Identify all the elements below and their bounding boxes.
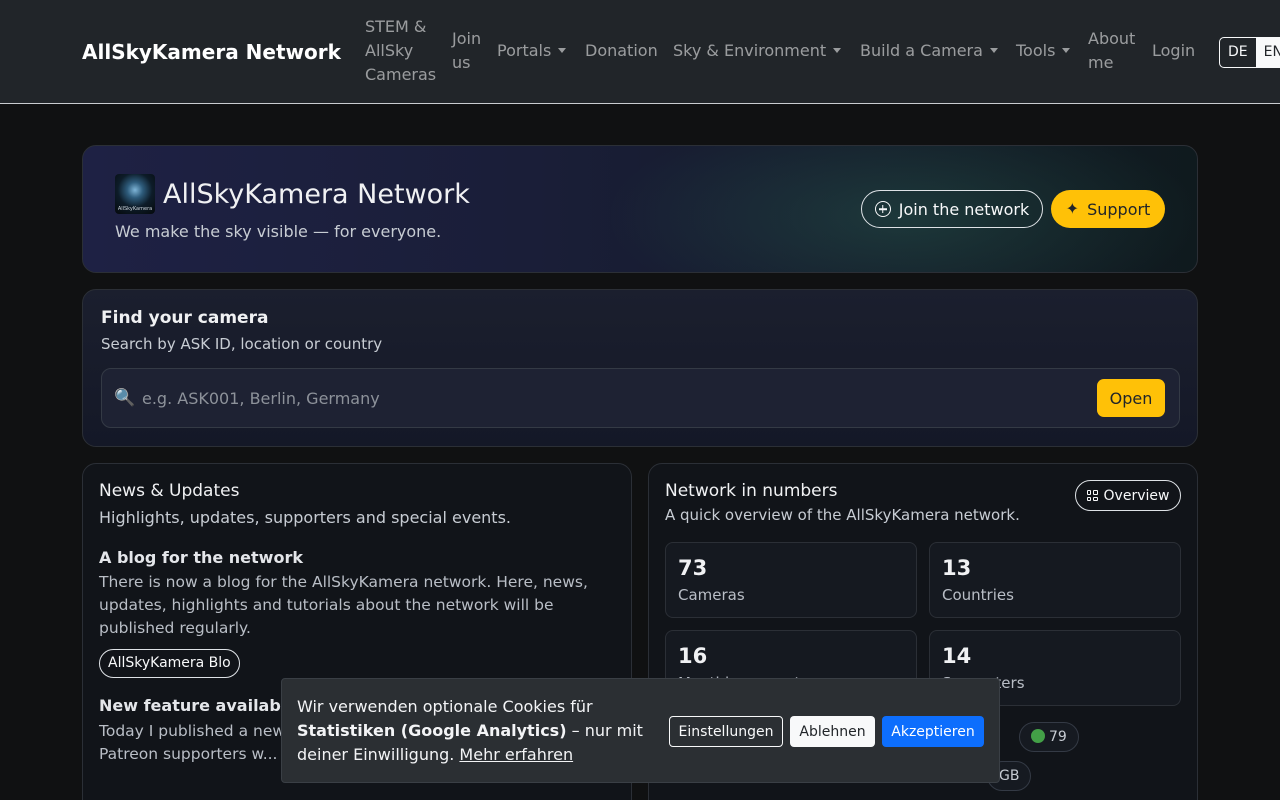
join-network-button[interactable]: Join the network [861,190,1043,228]
stat-cameras: 73 Cameras [665,542,917,618]
overview-button[interactable]: Overview [1075,480,1181,511]
stat-value: 13 [942,556,972,580]
nav-item-stem-allsky-cameras[interactable]: STEM & AllSky Cameras [365,15,445,87]
camera-search-box: 🔍 Open [101,368,1180,428]
chevron-down-icon [989,48,998,53]
top-navbar: AllSkyKamera Network STEM & AllSky Camer… [0,0,1280,104]
stat-label: Cameras [678,586,745,604]
stat-value: 16 [678,644,708,668]
nav-item-label: Login [1152,41,1196,60]
nav-item-label: Sky & Environment [673,41,827,60]
find-camera-card: Find your camera Search by ASK ID, locat… [82,289,1198,447]
search-icon: 🔍 [114,388,136,408]
online-count: 79 [1049,729,1067,745]
nav-item-label: About me [1088,29,1136,72]
stat-countries: 13 Countries [929,542,1181,618]
nav-item-tools[interactable]: Tools [1016,39,1071,63]
cookie-settings-button[interactable]: Einstellungen [669,716,783,747]
plus-circle-icon [874,201,891,217]
nav-item-portals[interactable]: Portals [497,39,567,63]
news-item-heading[interactable]: A blog for the network [99,547,303,569]
news-title: News & Updates [99,481,240,501]
hero-title: AllSkyKamera Network [163,179,470,210]
join-network-label: Join the network [898,199,1030,219]
chevron-down-icon [558,48,567,53]
nav-item-sky-environment[interactable]: Sky & Environment [673,39,842,63]
cookie-consent-banner: Wir verwenden optionale Cookies für Stat… [281,678,1000,783]
lang-en-button[interactable]: EN [1255,38,1280,67]
nav-item-label: Build a Camera [860,41,983,60]
find-camera-subtitle: Search by ASK ID, location or country [101,335,383,353]
stat-value: 73 [678,556,708,580]
support-label: Support [1087,199,1151,219]
nav-item-build-a-camera[interactable]: Build a Camera [860,39,998,63]
pill-text: GB [999,768,1020,784]
nav-item-label: Join us [452,29,482,72]
cookie-text-bold: Statistiken (Google Analytics) [297,721,567,740]
hero-subtitle: We make the sky visible — for everyone. [115,222,442,241]
cookie-decline-button[interactable]: Ablehnen [790,716,875,747]
cookie-accept-button[interactable]: Akzeptieren [882,716,984,747]
cookie-text-intro: Wir verwenden optionale Cookies für [297,697,593,716]
nav-item-about-me[interactable]: About me [1088,27,1140,75]
open-camera-button[interactable]: Open [1097,379,1165,417]
grid-icon [1086,490,1098,501]
nav-item-label: Portals [497,41,552,60]
learn-more-link[interactable]: Mehr erfahren [459,745,573,764]
nav-item-join-us[interactable]: Join us [452,27,488,75]
brand-link[interactable]: AllSkyKamera Network [82,39,341,65]
hero-banner: AllSkyKamera AllSkyKamera Network We mak… [82,145,1198,273]
online-status-icon [1031,729,1045,743]
cookie-text: Wir verwenden optionale Cookies für Stat… [297,695,657,767]
news-item-heading[interactable]: New feature availab [99,695,281,717]
stats-title: Network in numbers [665,481,838,501]
find-camera-title: Find your camera [101,308,269,328]
support-button[interactable]: ✦ Support [1051,190,1165,228]
sparkle-icon: ✦ [1065,199,1080,218]
nav-item-donation[interactable]: Donation [585,39,658,63]
stat-label: Countries [942,586,1014,604]
nav-item-login[interactable]: Login [1152,39,1195,63]
nav-item-label: Donation [585,41,658,60]
news-item-text: There is now a blog for the AllSkyKamera… [99,573,588,637]
chevron-down-icon [833,48,842,53]
logo-text: AllSkyKamera [117,206,153,212]
overview-label: Overview [1103,487,1170,504]
nav-item-label: STEM & AllSky Cameras [365,17,437,84]
news-subtitle: Highlights, updates, supporters and spec… [99,508,511,527]
stat-value: 14 [942,644,972,668]
language-switcher: DE EN [1219,37,1280,68]
stats-subtitle: A quick overview of the AllSkyKamera net… [665,506,1020,524]
network-logo: AllSkyKamera [115,174,155,214]
status-pill: 79 [1019,722,1079,752]
camera-search-input[interactable] [142,383,1082,413]
chevron-down-icon [1062,48,1071,53]
lang-de-button[interactable]: DE [1220,38,1256,67]
nav-item-label: Tools [1016,41,1056,60]
news-item-tag[interactable]: AllSkyKamera Blo [99,649,240,678]
